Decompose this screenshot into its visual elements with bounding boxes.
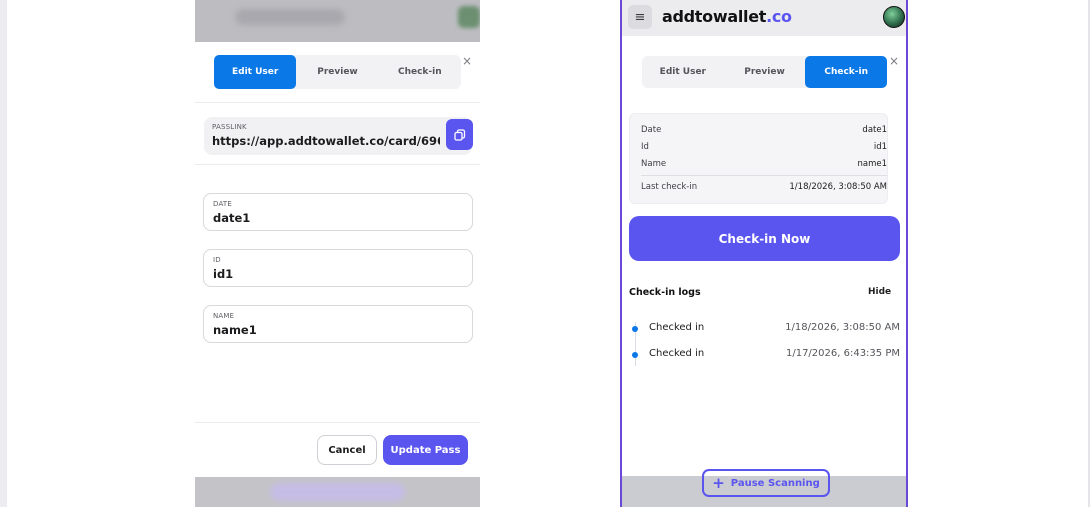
info-key: Id [641, 142, 649, 152]
edit-tabs: Edit User Preview Check-in [214, 55, 461, 89]
id-field[interactable]: ID id1 [203, 249, 473, 287]
info-key: Date [641, 125, 662, 135]
blurred-button [270, 483, 405, 501]
brand-name: addtowallet [662, 7, 767, 26]
window-edge-left [0, 0, 7, 507]
date-field[interactable]: DATE date1 [203, 193, 473, 231]
divider [195, 102, 480, 103]
check-in-now-button[interactable]: Check-in Now [629, 216, 900, 261]
info-key: Name [641, 159, 667, 169]
info-row-id: Id id1 [641, 142, 887, 152]
tab-edit-user[interactable]: Edit User [642, 56, 724, 88]
name-field-value[interactable]: name1 [213, 323, 453, 337]
info-value: 1/18/2026, 3:08:50 AM [789, 182, 887, 192]
check-in-panel: ≡ addtowallet.co Edit User Preview Check… [620, 0, 908, 507]
info-divider [641, 175, 887, 176]
log-entry: Checked in 1/17/2026, 6:43:35 PM [632, 348, 900, 362]
name-field[interactable]: NAME name1 [203, 305, 473, 343]
tab-preview[interactable]: Preview [296, 55, 378, 89]
timeline-dot-icon [632, 326, 638, 332]
info-key: Last check-in [641, 182, 698, 192]
id-field-value[interactable]: id1 [213, 267, 453, 281]
pause-scanning-button[interactable]: + Pause Scanning [702, 469, 830, 497]
passlink-label: PASSLINK [212, 123, 247, 131]
app-header: ≡ addtowallet.co [622, 0, 906, 36]
avatar[interactable] [883, 6, 905, 28]
name-field-label: NAME [213, 312, 235, 320]
footer-divider [195, 422, 480, 423]
check-in-logs-title: Check-in logs [629, 287, 701, 298]
tab-check-in[interactable]: Check-in [805, 56, 888, 88]
passlink-value[interactable]: https://app.addtowallet.co/card/696b [212, 134, 440, 148]
close-icon[interactable]: × [462, 55, 472, 67]
log-entry: Checked in 1/18/2026, 3:08:50 AM [632, 322, 900, 336]
info-value: id1 [873, 142, 887, 152]
copy-link-button[interactable] [446, 119, 473, 150]
date-field-value[interactable]: date1 [213, 211, 453, 225]
plus-icon: + [712, 473, 725, 492]
hamburger-icon: ≡ [634, 9, 646, 25]
update-pass-button[interactable]: Update Pass [383, 435, 468, 465]
tab-check-in[interactable]: Check-in [379, 55, 461, 89]
menu-button[interactable]: ≡ [628, 5, 652, 29]
pause-scanning-label: Pause Scanning [730, 477, 820, 489]
blurred-backdrop-top [195, 0, 480, 42]
blurred-title [235, 9, 345, 25]
log-event: Checked in [649, 348, 705, 359]
blurred-avatar [458, 6, 480, 28]
info-row-last-check-in: Last check-in 1/18/2026, 3:08:50 AM [641, 182, 887, 192]
id-field-label: ID [213, 256, 221, 264]
passlink-field: PASSLINK https://app.addtowallet.co/card… [204, 117, 473, 155]
pass-info-card: Date date1 Id id1 Name name1 Last check-… [629, 113, 888, 204]
log-event: Checked in [649, 322, 705, 333]
check-in-tabs: Edit User Preview Check-in [642, 56, 888, 88]
hide-logs-button[interactable]: Hide [868, 287, 891, 297]
info-value: date1 [862, 125, 887, 135]
brand-logo[interactable]: addtowallet.co [662, 7, 792, 26]
log-timestamp: 1/18/2026, 3:08:50 AM [785, 322, 900, 333]
cancel-button[interactable]: Cancel [317, 435, 377, 465]
tab-edit-user[interactable]: Edit User [214, 55, 297, 89]
log-timestamp: 1/17/2026, 6:43:35 PM [785, 348, 900, 359]
blurred-backdrop-bottom [195, 477, 480, 507]
brand-suffix: .co [766, 7, 792, 26]
copy-icon [453, 128, 465, 141]
info-row-date: Date date1 [641, 125, 887, 135]
date-field-label: DATE [213, 200, 233, 208]
tab-preview[interactable]: Preview [724, 56, 806, 88]
edit-user-panel: Edit User Preview Check-in × PASSLINK ht… [195, 0, 480, 507]
info-row-name: Name name1 [641, 159, 887, 169]
timeline-dot-icon [632, 352, 638, 358]
info-value: name1 [857, 159, 887, 169]
close-icon[interactable]: × [889, 55, 899, 67]
divider [195, 164, 480, 165]
